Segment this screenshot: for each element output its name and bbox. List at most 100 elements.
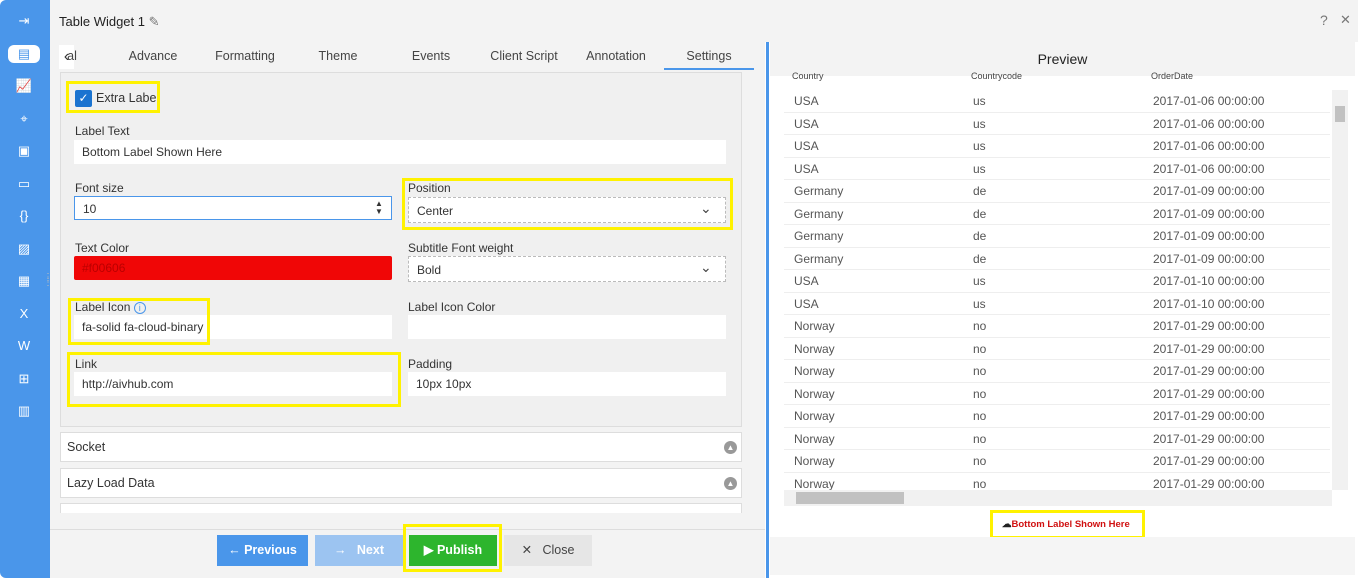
highlight-box	[402, 178, 733, 230]
table-cell: no	[973, 476, 987, 491]
tab-events[interactable]: Events	[386, 49, 476, 63]
accordion-socket[interactable]: Socket ▲	[60, 432, 742, 462]
close-window-button[interactable]: ✕	[1340, 12, 1351, 28]
table-row[interactable]: Norway no 2017-01-29 00:00:00	[784, 383, 1330, 405]
table-cell: de	[973, 206, 987, 221]
table-cell: no	[973, 319, 987, 333]
table-cell: 2017-01-29 00:00:00	[1153, 454, 1265, 468]
table-row[interactable]: Norway no 2017-01-29 00:00:00	[784, 315, 1330, 338]
table-row[interactable]: USA us 2017-01-06 00:00:00	[784, 90, 1330, 113]
table-cell: de	[973, 184, 987, 198]
report-icon[interactable]: ▣	[14, 142, 34, 160]
table-cell: us	[973, 94, 986, 108]
table-cell: USA	[794, 161, 819, 176]
padding-label: Padding	[408, 357, 453, 371]
table-cell: no	[973, 431, 987, 446]
stepper-icon[interactable]: ▲ ▼	[375, 200, 383, 216]
analytics-icon[interactable]: ▥	[14, 402, 34, 420]
table-row[interactable]: Norway no 2017-01-29 00:00:00	[784, 405, 1330, 428]
vertical-scrollbar[interactable]	[1332, 90, 1348, 490]
table-cell: 2017-01-10 00:00:00	[1153, 296, 1265, 311]
code-icon[interactable]: {}	[14, 207, 34, 225]
tree-icon[interactable]: ⊞	[14, 370, 34, 388]
horizontal-scrollbar[interactable]	[784, 490, 1332, 506]
table-cell: Germany	[794, 206, 844, 221]
label-text-input[interactable]: Bottom Label Shown Here	[74, 140, 726, 164]
table-cell: de	[973, 229, 987, 243]
table-cell: Germany	[794, 251, 844, 266]
accordion-lazy-load-data[interactable]: Lazy Load Data ▲	[60, 468, 742, 498]
highlight-box	[403, 524, 502, 572]
table-cell: no	[973, 454, 987, 468]
padding-input[interactable]: 10px 10px	[408, 372, 726, 396]
table-cell: Norway	[794, 364, 835, 378]
table-icon[interactable]: ▤	[8, 44, 40, 63]
table-row[interactable]: USA us 2017-01-06 00:00:00	[784, 113, 1330, 135]
table-cell: 2017-01-10 00:00:00	[1153, 274, 1265, 288]
table-row[interactable]: Norway no 2017-01-29 00:00:00	[784, 360, 1330, 383]
table-row[interactable]: USA us 2017-01-06 00:00:00	[784, 135, 1330, 158]
accordion-more[interactable]	[60, 503, 742, 513]
tab-theme[interactable]: Theme	[293, 49, 383, 63]
previous-button[interactable]: ← Previous	[217, 535, 308, 566]
map-icon[interactable]: ⌖	[14, 110, 34, 128]
tab-client-script[interactable]: Client Script	[479, 49, 569, 63]
table-row[interactable]: USA us 2017-01-10 00:00:00	[784, 270, 1330, 293]
table-row[interactable]: Norway no 2017-01-29 00:00:00	[784, 428, 1330, 450]
table-cell: 2017-01-29 00:00:00	[1153, 341, 1265, 356]
word-icon[interactable]: W	[14, 337, 34, 355]
tab-advance[interactable]: Advance	[108, 49, 198, 63]
table-cell: no	[973, 409, 987, 423]
tab-annotation[interactable]: Annotation	[571, 49, 661, 63]
subtitle-font-weight-select[interactable]: Bold	[408, 256, 726, 282]
table-cell: us	[973, 296, 986, 311]
next-button[interactable]: → Next	[315, 535, 403, 566]
table-cell: 2017-01-29 00:00:00	[1153, 364, 1265, 378]
edit-icon[interactable]: ✎	[149, 14, 160, 29]
table-cell: Germany	[794, 229, 844, 243]
highlight-box	[68, 298, 210, 345]
table-cell: Norway	[794, 386, 835, 401]
table-cell: 2017-01-06 00:00:00	[1153, 94, 1265, 108]
table-row[interactable]: Norway no 2017-01-29 00:00:00	[784, 450, 1330, 473]
image-icon[interactable]: ▨	[14, 240, 34, 258]
excel-icon[interactable]: X	[14, 305, 34, 323]
table-cell: 2017-01-09 00:00:00	[1153, 206, 1265, 221]
table-cell: 2017-01-29 00:00:00	[1153, 431, 1265, 446]
table-row[interactable]: USA us 2017-01-06 00:00:00	[784, 158, 1330, 180]
table-cell: no	[973, 364, 987, 378]
table-row[interactable]: Germany de 2017-01-09 00:00:00	[784, 225, 1330, 248]
tab-al[interactable]: al	[62, 49, 82, 63]
label-icon-color-input[interactable]	[408, 315, 726, 339]
table-row[interactable]: Norway no 2017-01-29 00:00:00	[784, 338, 1330, 360]
tab-settings[interactable]: Settings	[664, 49, 754, 70]
window-title: Table Widget 1 ✎	[59, 14, 160, 29]
table-row[interactable]: Germany de 2017-01-09 00:00:00	[784, 248, 1330, 270]
table-cell: us	[973, 274, 986, 288]
pane-splitter[interactable]	[766, 42, 769, 578]
chart-icon[interactable]: 📈	[14, 77, 34, 95]
help-button[interactable]: ?	[1320, 12, 1328, 28]
table-cell: us	[973, 116, 986, 131]
subtitle-font-weight-label: Subtitle Font weight	[408, 241, 514, 255]
table-row[interactable]: Germany de 2017-01-09 00:00:00	[784, 180, 1330, 203]
card-icon[interactable]: ▭	[14, 175, 34, 193]
table-cell: USA	[794, 296, 819, 311]
font-size-input[interactable]: 10	[74, 196, 392, 220]
table-cell: 2017-01-09 00:00:00	[1153, 184, 1265, 198]
table-cell: Norway	[794, 476, 835, 491]
sign-in-icon[interactable]: ⇥	[14, 12, 34, 30]
table-row[interactable]: USA us 2017-01-10 00:00:00	[784, 293, 1330, 315]
tab-formatting[interactable]: Formatting	[200, 49, 290, 63]
text-color-input[interactable]: #f00606	[74, 256, 392, 280]
chevron-up-icon: ▲	[724, 477, 737, 490]
highlight-box	[67, 352, 401, 407]
table-cell: 2017-01-09 00:00:00	[1153, 229, 1265, 243]
table-row[interactable]: Germany de 2017-01-09 00:00:00	[784, 203, 1330, 225]
table-cell: Germany	[794, 184, 844, 198]
resize-handle[interactable]: ⋮ ⋮	[43, 273, 53, 288]
layout-icon[interactable]: ▦	[14, 272, 34, 290]
highlight-box	[66, 81, 160, 113]
close-button[interactable]: ✕ Close	[504, 535, 592, 566]
table-cell: USA	[794, 139, 819, 153]
